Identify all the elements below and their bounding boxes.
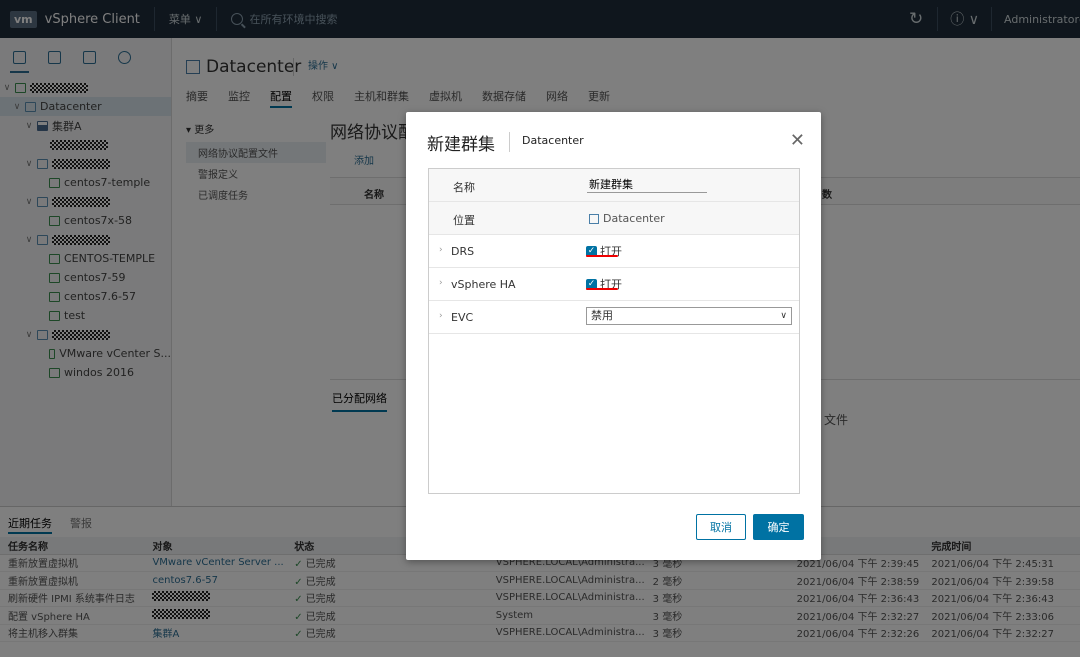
form-row-location: 位置 Datacenter bbox=[429, 202, 799, 235]
drs-label[interactable]: DRS bbox=[451, 245, 474, 258]
red-annotation-underline bbox=[586, 255, 618, 257]
expand-chevron-icon[interactable]: › bbox=[439, 278, 443, 288]
form-row-name: 名称 bbox=[429, 169, 799, 202]
datacenter-icon bbox=[589, 213, 599, 224]
form-row-ha: › vSphere HA ✓ 打开 bbox=[429, 268, 799, 301]
location-value: Datacenter bbox=[589, 212, 665, 225]
red-annotation-underline bbox=[586, 288, 618, 290]
location-text: Datacenter bbox=[603, 212, 665, 225]
form-row-drs: › DRS ✓ 打开 bbox=[429, 235, 799, 268]
evc-selected-value: 禁用 bbox=[591, 309, 613, 322]
close-icon[interactable]: ✕ bbox=[790, 130, 805, 151]
expand-chevron-icon[interactable]: › bbox=[439, 311, 443, 321]
location-label: 位置 bbox=[453, 214, 475, 227]
ha-label[interactable]: vSphere HA bbox=[451, 278, 516, 291]
expand-chevron-icon[interactable]: › bbox=[439, 245, 443, 255]
cluster-form: 名称 位置 Datacenter › DRS ✓ 打开 › vSphere HA… bbox=[428, 168, 800, 494]
chevron-down-icon: ∨ bbox=[780, 311, 787, 321]
ok-button[interactable]: 确定 bbox=[753, 514, 804, 540]
evc-select[interactable]: 禁用 ∨ bbox=[586, 307, 792, 325]
form-row-evc: › EVC 禁用 ∨ bbox=[429, 301, 799, 334]
evc-label[interactable]: EVC bbox=[451, 311, 473, 324]
cancel-button[interactable]: 取消 bbox=[696, 514, 746, 540]
name-label: 名称 bbox=[453, 181, 475, 194]
dialog-title: 新建群集 bbox=[427, 135, 495, 155]
new-cluster-dialog: 新建群集 Datacenter ✕ 名称 位置 Datacenter › DRS… bbox=[406, 112, 821, 560]
dialog-subtitle: Datacenter bbox=[522, 134, 584, 147]
title-divider bbox=[509, 132, 510, 152]
cluster-name-input[interactable] bbox=[587, 175, 707, 193]
